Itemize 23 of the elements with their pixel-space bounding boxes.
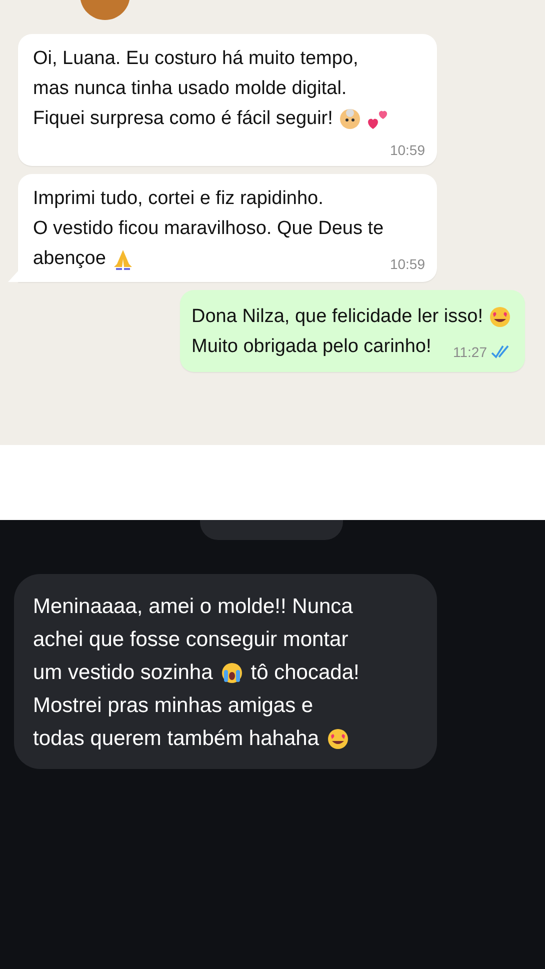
message-line: Mostrei pras minhas amigas e [33, 693, 314, 719]
message-line: um vestido sozinha [33, 660, 213, 686]
heart-eyes-emoji-icon [327, 728, 350, 750]
hearts-emoji-icon [366, 108, 389, 130]
message-line: Muito obrigada pelo carinho! [192, 335, 432, 359]
grandma-emoji-icon [338, 108, 361, 130]
message-line: achei que fosse conseguir montar [33, 627, 348, 653]
heart-eyes-emoji-icon [489, 306, 511, 328]
message-line: Meninaaaa, amei o molde!! Nunca [33, 594, 353, 620]
message-line: Imprimi tudo, cortei e fiz rapidinho. [33, 187, 324, 211]
double-check-icon [491, 345, 511, 359]
crying-emoji-icon [220, 662, 243, 684]
message-line: Fiquei surpresa como é fácil seguir! [33, 107, 333, 131]
message-line: tô chocada! [250, 660, 360, 686]
message-line: Dona Nilza, que felicidade ler isso! [192, 305, 483, 329]
message-line: todas querem também hahaha [33, 726, 320, 752]
message-time: 11:27 [452, 344, 487, 360]
message-line: abençoe [33, 247, 106, 271]
message-time: 10:59 [388, 142, 425, 158]
message-line: mas nunca tinha usado molde digital. [33, 77, 347, 101]
message-line: O vestido ficou maravilhoso. Que Deus te [33, 217, 384, 241]
message-line: Oi, Luana. Eu costuro há muito tempo, [33, 47, 358, 71]
message-time: 10:59 [388, 256, 425, 272]
